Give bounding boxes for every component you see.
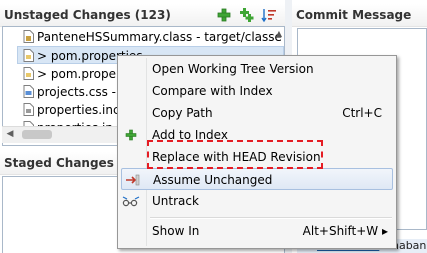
menu-item-assume-unchanged[interactable]: Assume Unchanged xyxy=(121,168,393,190)
file-label: > pom.prope xyxy=(37,67,116,81)
add-all-icon[interactable] xyxy=(238,7,254,23)
scroll-left-arrow[interactable]: ◀ xyxy=(4,129,16,140)
scroll-thumb[interactable] xyxy=(22,130,52,139)
scroll-up-arrow[interactable]: ▲ xyxy=(276,29,282,38)
file-label: PanteneHSSummary.class - target/classe xyxy=(37,30,282,44)
menu-item-untrack[interactable]: Untrack xyxy=(118,190,396,212)
commit-message-title: Commit Message xyxy=(296,8,412,22)
file-label: projects.css - xyxy=(37,85,116,99)
file-icon xyxy=(23,49,34,62)
file-label: properties.inc xyxy=(37,103,120,117)
menu-item-label: Compare with Index xyxy=(152,84,273,98)
file-icon xyxy=(23,103,34,116)
sort-icon[interactable] xyxy=(261,7,277,23)
highlight-annotation-box xyxy=(147,140,323,169)
menu-item-label: Open Working Tree Version xyxy=(152,62,314,76)
menu-item-label: Assume Unchanged xyxy=(153,173,273,187)
add-icon xyxy=(125,129,137,141)
tree-row[interactable]: PanteneHSSummary.class - target/classe xyxy=(3,28,284,46)
file-icon xyxy=(23,67,34,80)
menu-item-label: Copy Path xyxy=(152,106,213,120)
css-file-icon xyxy=(23,85,34,98)
menu-item-label: Untrack xyxy=(152,194,199,208)
add-icon[interactable] xyxy=(217,8,231,22)
menu-item-shortcut: Alt+Shift+W ▸ xyxy=(302,224,388,238)
menu-item-open-working-tree-version[interactable]: Open Working Tree Version xyxy=(118,58,396,80)
unstaged-changes-title: Unstaged Changes (123) xyxy=(4,8,171,22)
class-file-icon xyxy=(23,30,34,43)
menu-item-show-in[interactable]: Show In Alt+Shift+W ▸ xyxy=(118,220,396,242)
unstaged-changes-header: Unstaged Changes (123) xyxy=(0,4,285,27)
menu-item-compare-with-index[interactable]: Compare with Index xyxy=(118,80,396,102)
menu-item-copy-path[interactable]: Copy Path Ctrl+C xyxy=(118,102,396,124)
menu-separator xyxy=(150,217,392,219)
commit-message-header: Commit Message xyxy=(292,4,427,27)
assume-unchanged-icon xyxy=(126,174,140,186)
menu-item-label: Show In xyxy=(152,224,200,238)
untrack-icon xyxy=(122,196,140,207)
menu-item-shortcut: Ctrl+C xyxy=(342,106,382,120)
